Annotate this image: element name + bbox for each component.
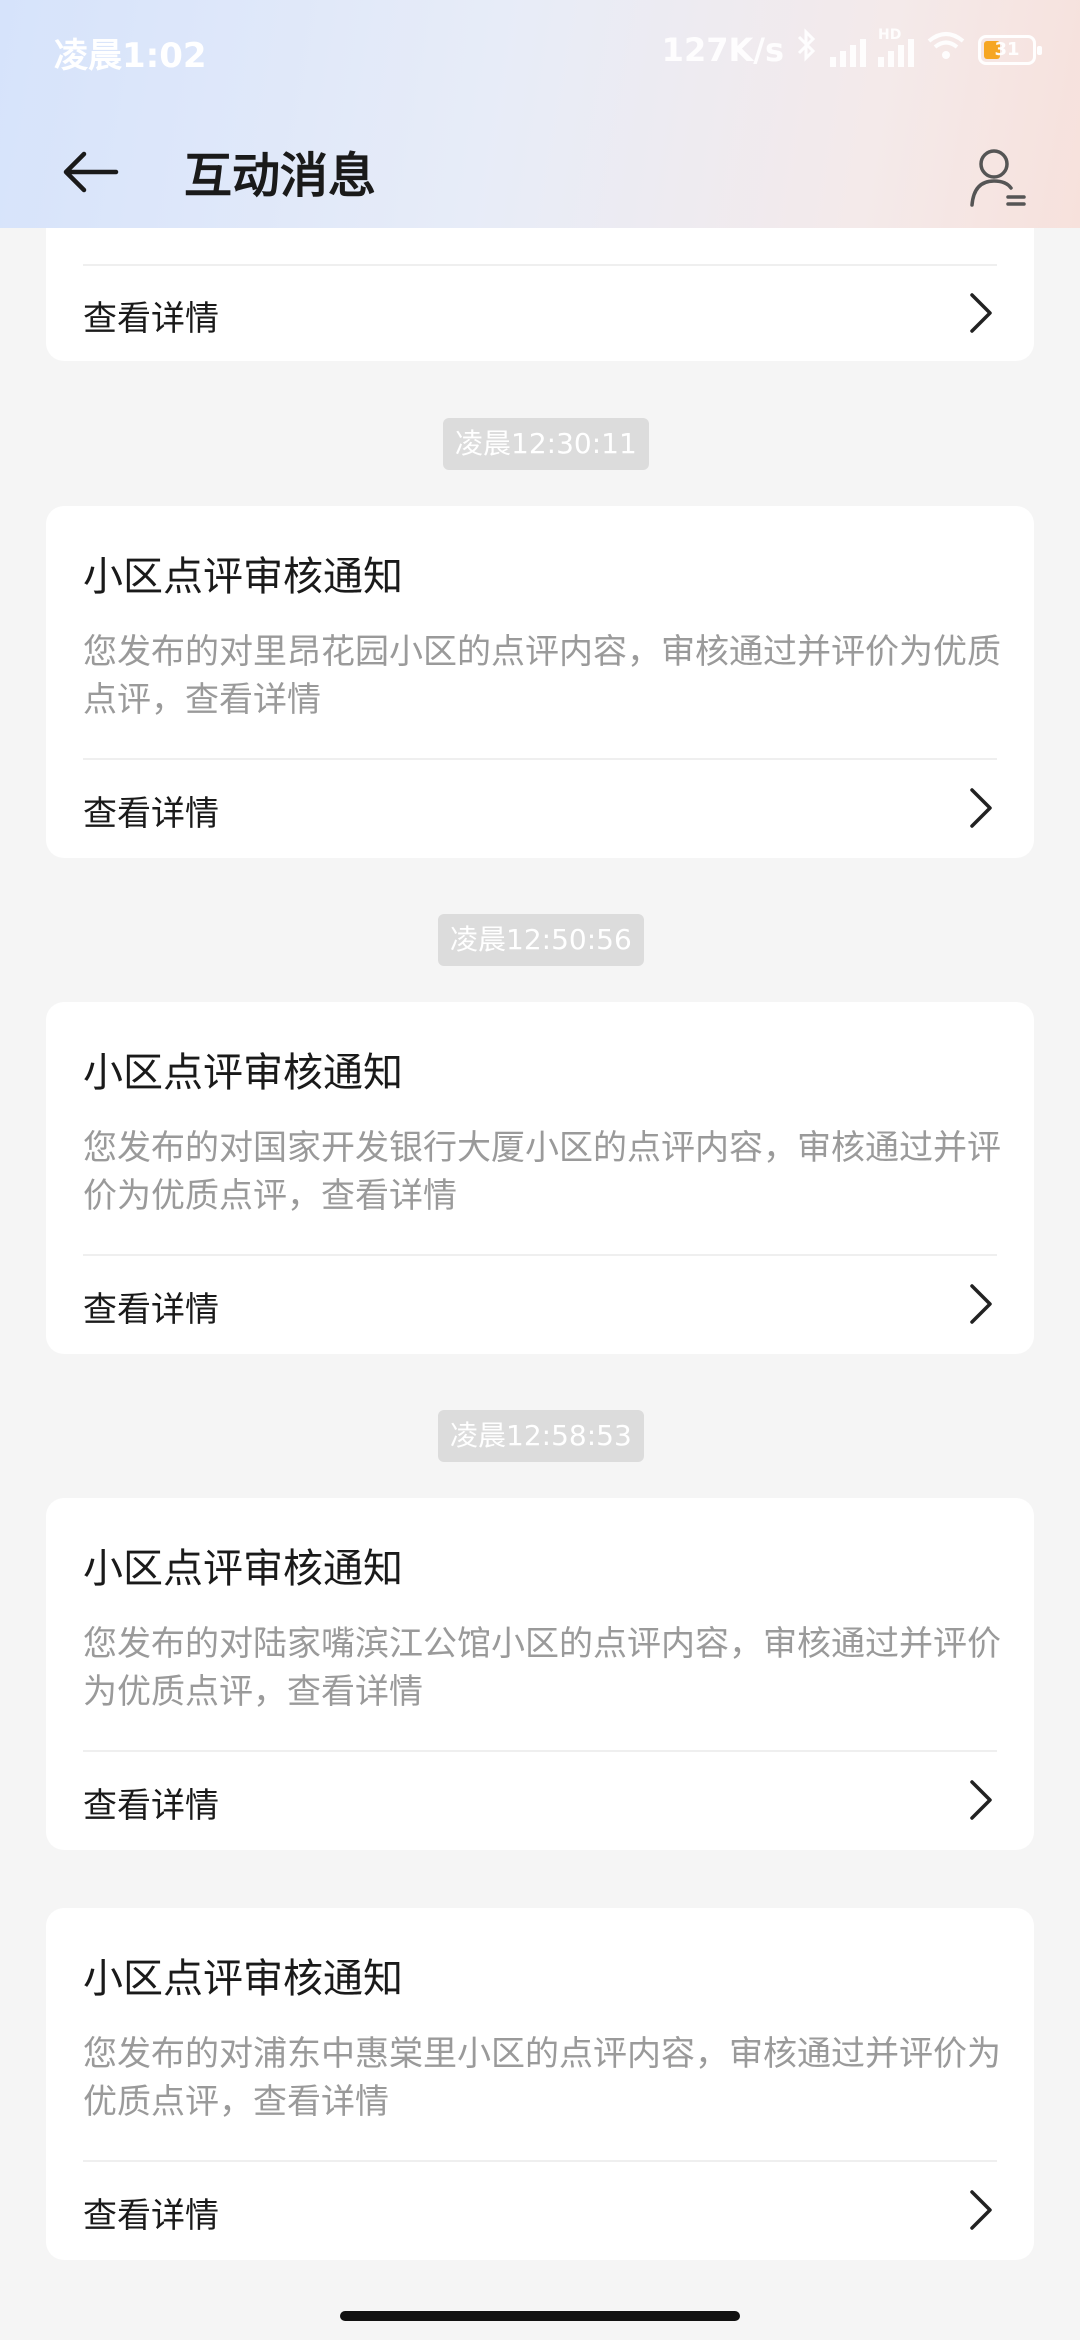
- chevron-right-icon: [970, 1780, 992, 1820]
- message-card[interactable]: 小区点评审核通知 您发布的对浦东中惠棠里小区的点评内容，审核通过并评价为优质点评…: [46, 1908, 1034, 2260]
- view-details-link[interactable]: 查看详情: [46, 265, 1034, 361]
- message-card[interactable]: 小区点评审核通知 您发布的对陆家嘴滨江公馆小区的点评内容，审核通过并评价为优质点…: [46, 1498, 1034, 1850]
- timestamp-chip: 凌晨12:58:53: [438, 1410, 644, 1462]
- hd-label: HD: [878, 26, 902, 43]
- view-details-label: 查看详情: [83, 1786, 219, 1826]
- back-button[interactable]: [50, 132, 130, 212]
- view-details-label: 查看详情: [83, 299, 219, 339]
- view-details-link[interactable]: 查看详情: [46, 1752, 1034, 1848]
- message-title: 小区点评审核通知: [83, 554, 403, 600]
- chevron-right-icon: [970, 788, 992, 828]
- view-details-link[interactable]: 查看详情: [46, 1256, 1034, 1352]
- page-title: 互动消息: [184, 148, 377, 204]
- arrow-left-icon: [63, 151, 119, 193]
- network-speed: 127K/s: [661, 30, 784, 69]
- message-description: 您发布的对陆家嘴滨江公馆小区的点评内容，审核通过并评价为优质点评，查看详情: [83, 1624, 1001, 1712]
- chevron-right-icon: [970, 1284, 992, 1324]
- message-description: 您发布的对里昂花园小区的点评内容，审核通过并评价为优质点评，查看详情: [83, 632, 1001, 720]
- view-details-link[interactable]: 查看详情: [46, 2162, 1034, 2258]
- header: 凌晨1:02 127K/s HD 31 互动消息: [0, 0, 1080, 228]
- wifi-icon: [926, 29, 966, 70]
- message-card[interactable]: 小区点评审核通知 您发布的对里昂花园小区的点评内容，审核通过并评价为优质点评，查…: [46, 506, 1034, 858]
- timestamp-chip: 凌晨12:30:11: [443, 418, 649, 470]
- message-title: 小区点评审核通知: [83, 1546, 403, 1592]
- nav-bar: 互动消息: [0, 110, 1080, 228]
- message-description: 您发布的对国家开发银行大厦小区的点评内容，审核通过并评价为优质点评，查看详情: [83, 1128, 1001, 1216]
- signal-1-icon: [830, 33, 866, 67]
- view-details-label: 查看详情: [83, 2196, 219, 2236]
- status-time: 凌晨1:02: [54, 36, 207, 76]
- view-details-link[interactable]: 查看详情: [46, 760, 1034, 856]
- user-icon: [970, 149, 1026, 207]
- message-title: 小区点评审核通知: [83, 1050, 403, 1096]
- battery-level: 31: [994, 38, 1020, 60]
- status-bar: 凌晨1:02 127K/s HD 31: [0, 0, 1080, 96]
- bluetooth-icon: [796, 28, 818, 71]
- profile-button[interactable]: [960, 140, 1036, 216]
- status-icons: 127K/s HD 31: [661, 27, 1042, 71]
- screen: 凌晨1:02 127K/s HD 31 互动消息 查看详情 凌晨12:30:11…: [0, 0, 1080, 2340]
- message-title: 小区点评审核通知: [83, 1956, 403, 2002]
- message-card[interactable]: 小区点评审核通知 您发布的对国家开发银行大厦小区的点评内容，审核通过并评价为优质…: [46, 1002, 1034, 1354]
- signal-2-icon: HD: [878, 27, 914, 67]
- view-details-label: 查看详情: [83, 1290, 219, 1330]
- message-description: 您发布的对浦东中惠棠里小区的点评内容，审核通过并评价为优质点评，查看详情: [83, 2034, 1001, 2122]
- home-indicator[interactable]: [340, 2311, 740, 2321]
- battery-icon: 31: [978, 34, 1042, 65]
- chevron-right-icon: [970, 2190, 992, 2230]
- chevron-right-icon: [970, 293, 992, 333]
- view-details-label: 查看详情: [83, 794, 219, 834]
- timestamp-chip: 凌晨12:50:56: [438, 914, 644, 966]
